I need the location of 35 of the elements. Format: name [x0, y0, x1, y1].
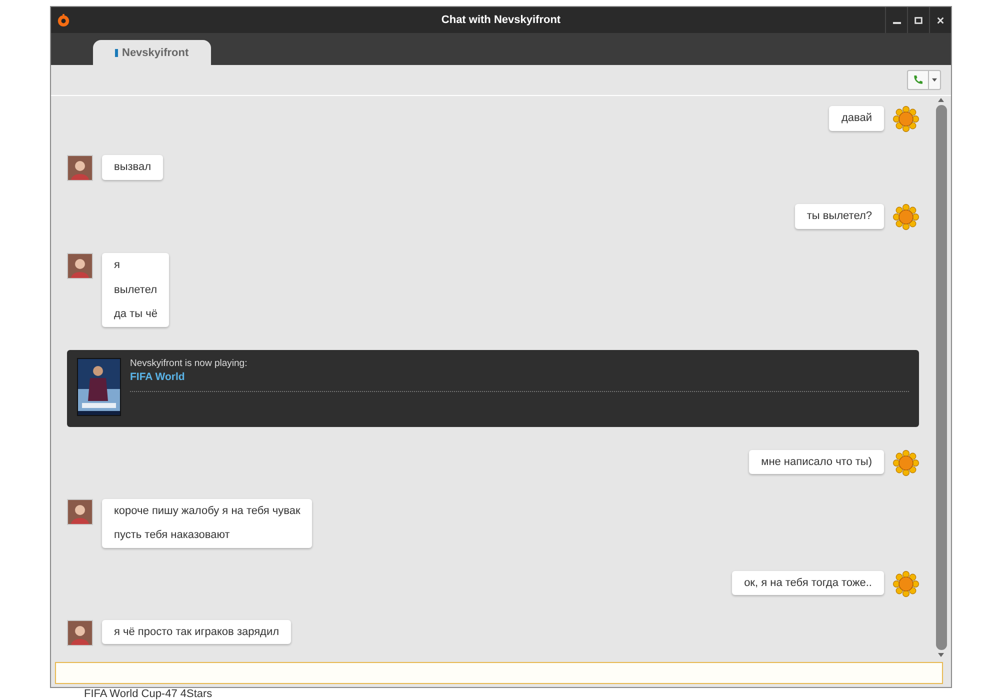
avatar-icon [67, 620, 93, 646]
phone-icon [912, 74, 924, 86]
message-text: да ты чё [114, 307, 158, 322]
game-link[interactable]: FIFA World [130, 370, 909, 382]
flower-avatar-icon [893, 450, 919, 476]
list-item: FIFA World Cup-47 4Stars [84, 688, 212, 700]
close-icon [936, 16, 945, 24]
window-title: Chat with Nevskyifront [440, 14, 562, 26]
message-text: ок, я на тебя тогда тоже.. [744, 576, 872, 590]
flower-avatar-icon [893, 106, 919, 132]
minimize-icon [892, 22, 900, 24]
message-text: я чё просто так играков зарядил [114, 624, 280, 640]
message-text: я [114, 258, 121, 273]
flower-avatar-icon [893, 204, 919, 230]
message-text: мне написало что ты) [761, 454, 872, 470]
caret-icon [932, 78, 937, 82]
app-logo-icon [57, 14, 70, 26]
scroll-up-icon[interactable] [938, 98, 944, 102]
message-text: вылетел [114, 282, 158, 298]
message-text: вызвал [114, 160, 152, 175]
message-text: короче пишу жалобу я на тебя чувак [114, 504, 300, 518]
maximize-icon [914, 16, 923, 24]
dropdown-button[interactable] [929, 70, 941, 90]
call-button[interactable] [907, 70, 929, 90]
message-text: ты вылетел? [806, 209, 872, 224]
avatar-icon [67, 155, 93, 181]
avatar-icon [67, 253, 93, 279]
message-input[interactable] [55, 662, 943, 684]
avatar-icon [67, 498, 93, 524]
scrollbar-thumb[interactable] [936, 105, 946, 650]
message-text: пусть тебя наказовают [114, 528, 231, 543]
activity-text: Nevskyifront is now playing: [130, 358, 248, 368]
chat-tab[interactable]: Nevskyifront [93, 40, 211, 65]
message-text: давай [841, 111, 872, 126]
flower-avatar-icon [893, 570, 919, 596]
